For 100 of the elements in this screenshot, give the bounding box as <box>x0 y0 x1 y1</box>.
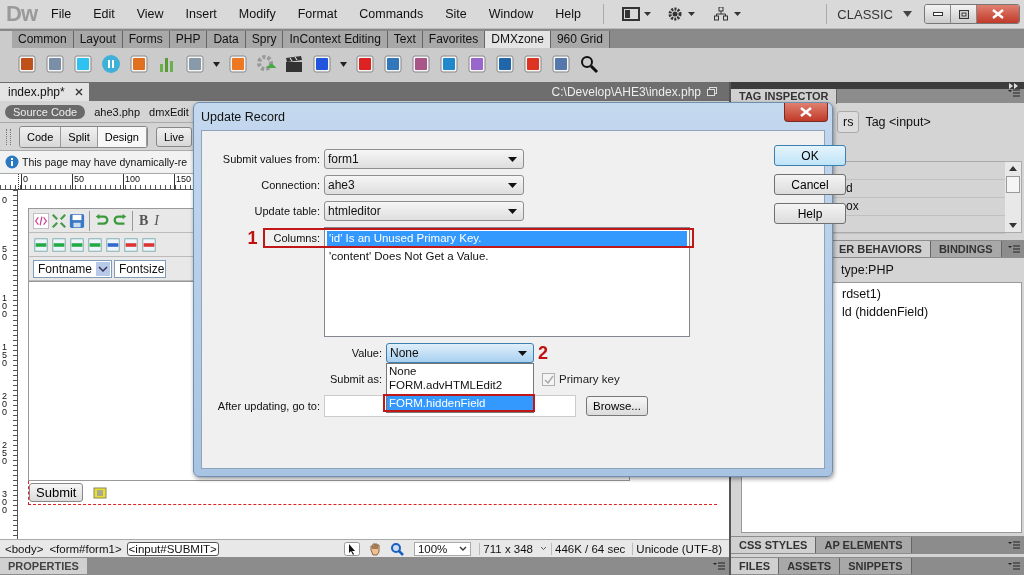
view-button[interactable]: Design <box>97 126 147 147</box>
tag-selector[interactable]: <body> <box>4 542 45 555</box>
dropdown-option[interactable]: None <box>387 364 533 378</box>
document-tab[interactable]: index.php* <box>0 82 69 101</box>
insert-tab[interactable]: Data <box>207 31 246 48</box>
menu-icon[interactable] <box>1008 562 1020 570</box>
tile-icon[interactable] <box>228 54 248 74</box>
clapperboard-icon[interactable] <box>284 54 304 74</box>
tile-icon[interactable] <box>551 54 571 74</box>
workspace-switcher[interactable]: CLASSIC <box>837 6 893 22</box>
restore-button[interactable] <box>951 5 977 23</box>
scrollbar[interactable] <box>1005 162 1021 232</box>
caret-icon[interactable] <box>340 61 347 67</box>
attribute-row[interactable]: d <box>846 181 853 195</box>
close-icon[interactable] <box>68 82 89 101</box>
layout-icon[interactable] <box>621 7 652 21</box>
insert-tab[interactable]: Forms <box>122 31 170 48</box>
menu-item[interactable]: Site <box>445 7 467 21</box>
insert-tab[interactable]: Text <box>387 31 423 48</box>
dialog-button[interactable]: Help <box>774 203 846 224</box>
zoom-select[interactable]: 100% <box>413 541 472 556</box>
tile-icon[interactable] <box>355 54 375 74</box>
hand-icon[interactable] <box>367 541 382 556</box>
related-file[interactable]: dmxEdit <box>149 105 189 118</box>
table-icon[interactable] <box>33 236 49 253</box>
menu-item[interactable]: Insert <box>185 7 217 21</box>
save-icon[interactable] <box>69 212 85 229</box>
pointer-icon[interactable] <box>343 541 360 556</box>
font-name-select[interactable]: Fontname <box>33 259 113 278</box>
browse-button[interactable]: Browse... <box>586 396 648 416</box>
panel-tab[interactable]: FILES <box>731 558 780 574</box>
panel-tab[interactable]: AP ELEMENTS <box>816 537 912 553</box>
caret-icon[interactable] <box>903 11 912 17</box>
panel-tab[interactable]: ASSETS <box>779 558 841 574</box>
tile-icon[interactable] <box>45 54 65 74</box>
dialog-button[interactable]: OK <box>774 145 846 166</box>
menu-item[interactable]: Format <box>297 7 338 21</box>
table-icon[interactable] <box>87 236 103 253</box>
insert-tab[interactable]: Spry <box>245 31 284 48</box>
font-size-select[interactable]: Fontsize <box>114 259 167 278</box>
restore-icon[interactable] <box>707 87 717 96</box>
table-icon[interactable] <box>69 236 85 253</box>
columns-list[interactable]: 'id' Is an Unused Primary Key. 'content' Does Not Get a Value. <box>324 227 690 337</box>
dialog-button[interactable]: Cancel <box>774 174 846 195</box>
table-icon[interactable] <box>51 236 67 253</box>
menu-item[interactable]: File <box>51 7 72 21</box>
panel-tab[interactable]: BINDINGS <box>930 241 1002 257</box>
minimize-button[interactable] <box>925 5 951 23</box>
menu-icon[interactable] <box>1008 245 1020 253</box>
inspector-tab[interactable]: rs <box>837 111 860 133</box>
table-icon[interactable] <box>123 236 139 253</box>
menu-icon[interactable] <box>713 562 725 570</box>
insert-tab[interactable]: DMXzone <box>485 31 551 48</box>
tile-icon[interactable] <box>17 54 37 74</box>
view-button[interactable]: Live <box>155 126 193 147</box>
italic-button[interactable]: I <box>152 212 161 229</box>
search-icon[interactable] <box>579 54 599 74</box>
insert-tab[interactable]: PHP <box>169 31 208 48</box>
table-icon[interactable] <box>141 236 157 253</box>
zoom-icon[interactable] <box>389 541 404 556</box>
window-size[interactable]: 711 x 348 <box>479 542 537 555</box>
tag-selector[interactable]: <input#SUBMIT> <box>126 541 219 556</box>
code-tag-icon[interactable] <box>33 212 49 229</box>
behavior-item[interactable]: ld (hiddenField) <box>842 305 929 319</box>
tile-icon[interactable] <box>73 54 93 74</box>
related-file[interactable]: ahe3.php <box>94 105 141 118</box>
panel-tab[interactable]: SNIPPETS <box>840 558 912 574</box>
insert-tab[interactable]: Favorites <box>422 31 486 48</box>
gear-icon[interactable] <box>667 7 698 21</box>
submit-button[interactable]: Submit <box>29 483 84 502</box>
menu-item[interactable]: Modify <box>238 7 276 21</box>
caret-icon[interactable] <box>213 61 220 67</box>
select-field[interactable]: form1 <box>324 149 524 169</box>
attribute-row[interactable]: ox <box>846 199 859 213</box>
close-button[interactable] <box>784 103 828 122</box>
tile-icon[interactable] <box>129 54 149 74</box>
insert-tab[interactable]: Layout <box>73 31 123 48</box>
menu-item[interactable]: Help <box>555 7 581 21</box>
tile-icon[interactable] <box>439 54 459 74</box>
pause-icon[interactable] <box>101 54 121 74</box>
table-icon[interactable] <box>105 236 121 253</box>
column-item[interactable]: 'content' Does Not Get a Value. <box>327 249 687 264</box>
close-button[interactable] <box>977 5 1019 23</box>
menu-item[interactable]: View <box>136 7 164 21</box>
sitemap-icon[interactable] <box>713 7 744 21</box>
insert-tab[interactable]: 960 Grid <box>550 31 610 48</box>
tile-icon[interactable] <box>411 54 431 74</box>
select-field[interactable]: htmleditor <box>324 201 524 221</box>
menu-item[interactable]: Edit <box>93 7 115 21</box>
panel-tab[interactable]: CSS STYLES <box>731 537 817 553</box>
scroll-up-icon[interactable] <box>1009 166 1017 171</box>
tile-icon[interactable] <box>467 54 487 74</box>
tile-icon[interactable] <box>495 54 515 74</box>
compress-icon[interactable] <box>51 212 67 229</box>
menu-icon[interactable] <box>1008 541 1020 549</box>
tile-icon[interactable] <box>523 54 543 74</box>
bold-button[interactable]: B <box>137 212 151 229</box>
behavior-item[interactable]: rdset1) <box>842 287 881 301</box>
view-button[interactable]: Split <box>61 126 98 147</box>
select-field[interactable]: ahe3 <box>324 175 524 195</box>
